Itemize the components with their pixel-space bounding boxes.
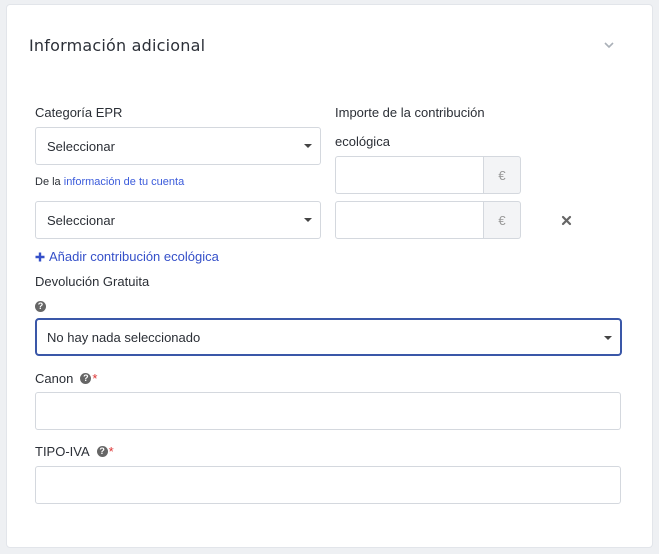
caret-down-icon [604,336,612,340]
epr-category-select-1-value: Seleccionar [47,138,115,154]
account-info-link[interactable]: información de tu cuenta [64,176,184,188]
epr-category-select-2-value: Seleccionar [47,212,115,228]
help-icon[interactable]: ? [35,301,46,312]
account-info-note-prefix: De la [35,176,64,188]
account-info-note: De la información de tu cuenta [35,176,184,188]
help-icon[interactable]: ? [80,373,92,384]
eco-amount-input-2[interactable] [335,201,484,239]
free-return-label: Devolución Gratuita [35,274,150,289]
euro-addon-2: € [484,201,521,239]
tipo-iva-label: TIPO-IVA [35,444,90,459]
add-eco-contribution-label: Añadir contribución ecológica [49,249,219,264]
epr-category-select-2[interactable]: Seleccionar [35,201,321,239]
canon-label: Canon [35,371,74,386]
epr-category-select-1[interactable]: Seleccionar [35,127,321,165]
tipo-iva-label-row: TIPO-IVA ? * [35,444,114,459]
euro-addon-1: € [484,156,521,194]
canon-input[interactable] [35,392,621,430]
free-return-select-value: No hay nada seleccionado [47,329,201,345]
required-marker: * [92,371,98,386]
required-marker: * [108,444,114,459]
tipo-iva-input[interactable] [35,466,621,504]
plus-icon [35,252,45,261]
caret-down-icon [304,218,312,222]
help-icon[interactable]: ? [96,446,108,457]
canon-label-row: Canon ? * [35,371,97,386]
remove-icon[interactable] [561,213,572,226]
add-eco-contribution-button[interactable]: Añadir contribución ecológica [35,249,219,264]
eco-amount-label-line1: Importe de la contribución [335,105,485,120]
caret-down-icon [304,144,312,148]
section-title: Información adicional [29,36,206,55]
eco-amount-input-1[interactable] [335,156,484,194]
epr-category-label: Categoría EPR [35,105,123,120]
free-return-select[interactable]: No hay nada seleccionado [35,318,622,356]
eco-amount-label-line2: ecológica [335,134,390,149]
chevron-down-icon[interactable] [602,38,616,52]
